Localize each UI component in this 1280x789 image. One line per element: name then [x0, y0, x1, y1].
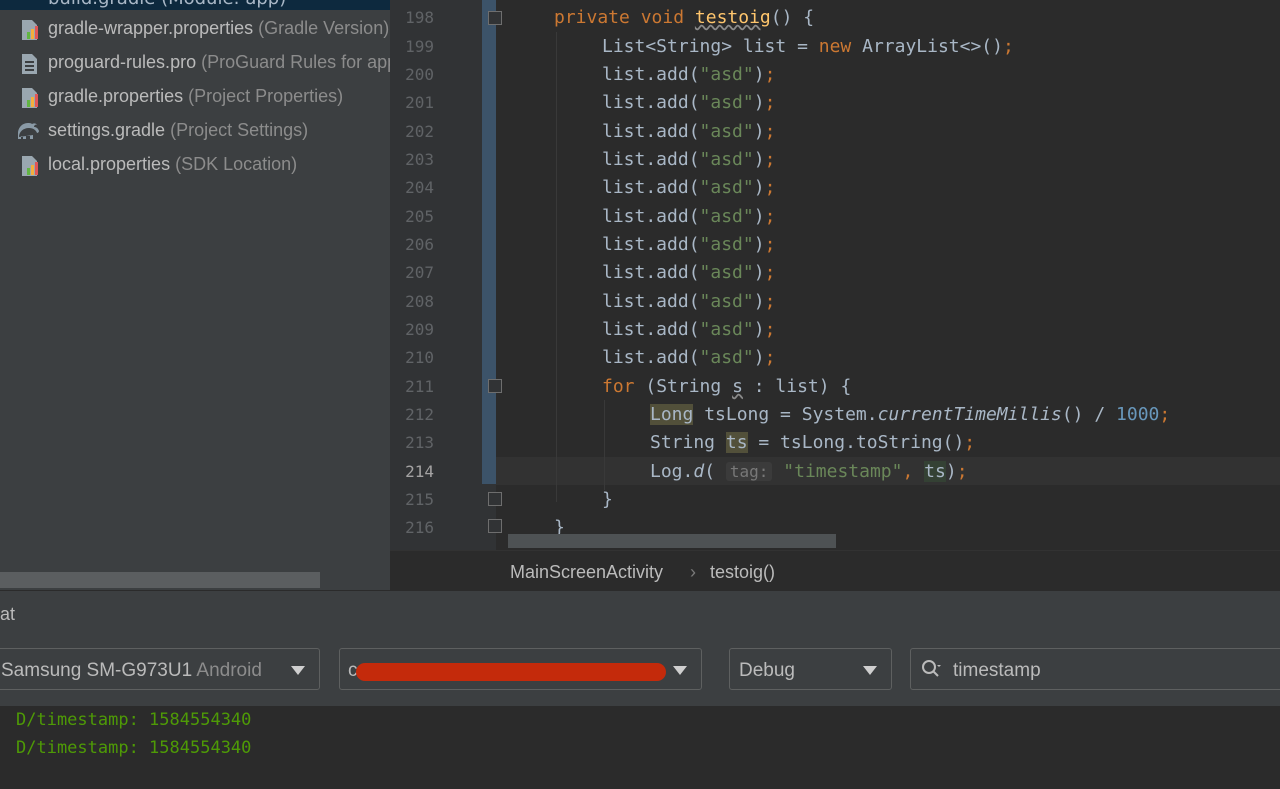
log-line: D/timestamp: 1584554340	[16, 738, 252, 758]
properties-file-icon	[22, 20, 38, 40]
gradle-elephant-icon	[18, 123, 39, 139]
tree-item-detail: (ProGuard Rules for app)	[201, 51, 390, 72]
tree-item-detail: (SDK Location)	[175, 153, 298, 174]
tree-item-local-properties[interactable]: local.properties (SDK Location)	[0, 147, 390, 181]
breadcrumb-method[interactable]: testoig()	[710, 562, 775, 583]
code-line-198[interactable]: private void testoig() {	[554, 4, 814, 32]
indent-guide	[604, 400, 605, 490]
line-number: 215	[405, 490, 434, 509]
line-number: 199	[405, 37, 434, 56]
logcat-toolbar: Samsung SM-G973U1 Android c Debug timest…	[0, 634, 1280, 706]
code-line-206[interactable]: list.add("asd");	[602, 231, 775, 259]
log-level-value: Debug	[739, 660, 795, 681]
code-line-209[interactable]: list.add("asd");	[602, 316, 775, 344]
line-number: 216	[405, 518, 434, 537]
tree-item-selected[interactable]: build.gradle (Module: app)	[0, 0, 390, 10]
redacted-process-name	[356, 663, 666, 681]
line-number: 204	[405, 178, 434, 197]
logcat-title: at	[0, 604, 16, 624]
code-line-203[interactable]: list.add("asd");	[602, 146, 775, 174]
search-icon[interactable]	[921, 659, 941, 679]
code-line-202[interactable]: list.add("asd");	[602, 118, 775, 146]
tree-item-name: proguard-rules.pro	[48, 51, 197, 72]
line-number: 198	[405, 8, 434, 27]
indent-guide	[556, 32, 557, 502]
line-number: 208	[405, 292, 434, 311]
tree-item-name: gradle-wrapper.properties	[48, 17, 254, 38]
logcat-tool-window-header: at	[0, 590, 1280, 636]
vcs-change-marker[interactable]	[482, 0, 496, 484]
tree-item-detail: (Gradle Version)	[258, 17, 390, 38]
line-number: 209	[405, 320, 434, 339]
logcat-search-input[interactable]: timestamp	[910, 648, 1280, 690]
tree-item-name: gradle.properties	[48, 85, 184, 106]
process-select[interactable]: c	[339, 648, 702, 690]
tree-item-selected-label: build.gradle (Module: app)	[48, 0, 286, 9]
breadcrumb-separator: ›	[690, 562, 696, 582]
device-select[interactable]: Samsung SM-G973U1 Android	[0, 648, 320, 690]
tree-item-gradle-properties[interactable]: gradle.properties (Project Properties)	[0, 79, 390, 113]
code-line-207[interactable]: list.add("asd");	[602, 259, 775, 287]
fold-marker-icon[interactable]	[488, 11, 502, 25]
code-line-208[interactable]: list.add("asd");	[602, 288, 775, 316]
tree-item-name: settings.gradle	[48, 119, 166, 140]
code-line-200[interactable]: list.add("asd");	[602, 61, 775, 89]
code-line-215[interactable]: }	[602, 486, 613, 514]
search-value: timestamp	[953, 660, 1041, 681]
line-number-current: 214	[405, 462, 434, 481]
line-number: 200	[405, 65, 434, 84]
line-number: 202	[405, 122, 434, 141]
log-level-select[interactable]: Debug	[729, 648, 892, 690]
line-number: 212	[405, 405, 434, 424]
device-os: Android	[196, 660, 262, 681]
line-number: 203	[405, 150, 434, 169]
code-line-213[interactable]: String ts = tsLong.toString();	[650, 429, 975, 457]
chevron-down-icon	[673, 666, 687, 675]
line-number: 206	[405, 235, 434, 254]
log-line: D/timestamp: 1584554340	[16, 710, 252, 730]
code-line-214[interactable]: Log.d( tag: "timestamp", ts);	[650, 458, 968, 486]
parameter-hint: tag:	[725, 462, 773, 481]
code-line-210[interactable]: list.add("asd");	[602, 344, 775, 372]
code-line-201[interactable]: list.add("asd");	[602, 89, 775, 117]
chevron-down-icon	[291, 666, 305, 675]
code-line-199[interactable]: List<String> list = new ArrayList<>();	[602, 33, 1014, 61]
properties-file-icon	[22, 156, 38, 176]
tree-item-detail: (Project Settings)	[170, 119, 309, 140]
properties-file-icon	[22, 88, 38, 108]
line-number: 213	[405, 433, 434, 452]
project-horizontal-scrollbar[interactable]	[0, 572, 320, 588]
tree-item-proguard-rules[interactable]: proguard-rules.pro (ProGuard Rules for a…	[0, 45, 390, 79]
line-number: 205	[405, 207, 434, 226]
fold-marker-icon[interactable]	[488, 379, 502, 393]
tree-item-gradle-wrapper-properties[interactable]: gradle-wrapper.properties (Gradle Versio…	[0, 11, 390, 45]
fold-marker-icon[interactable]	[488, 519, 502, 533]
code-editor[interactable]: 198 199 200 201 202 203 204 205 206 207 …	[390, 0, 1280, 550]
code-line-204[interactable]: list.add("asd");	[602, 174, 775, 202]
line-number: 210	[405, 348, 434, 367]
editor-horizontal-scrollbar[interactable]	[508, 534, 836, 548]
tree-item-settings-gradle[interactable]: settings.gradle (Project Settings)	[0, 113, 390, 147]
tree-item-detail: (Project Properties)	[188, 85, 344, 106]
line-number: 211	[405, 377, 434, 396]
breadcrumb: MainScreenActivity › testoig()	[390, 550, 1280, 591]
logcat-output[interactable]: D/timestamp: 1584554340 D/timestamp: 158…	[0, 706, 1280, 789]
tree-item-name: local.properties	[48, 153, 171, 174]
chevron-down-icon	[863, 666, 877, 675]
code-line-211[interactable]: for (String s : list) {	[602, 373, 851, 401]
line-number: 207	[405, 263, 434, 282]
code-line-205[interactable]: list.add("asd");	[602, 203, 775, 231]
line-number: 201	[405, 93, 434, 112]
project-panel: build.gradle (Module: app) gradle-wrappe…	[0, 0, 390, 590]
fold-marker-icon[interactable]	[488, 492, 502, 506]
breadcrumb-class[interactable]: MainScreenActivity	[510, 562, 663, 583]
code-line-212[interactable]: Long tsLong = System.currentTimeMillis()…	[650, 401, 1170, 429]
device-name: Samsung SM-G973U1	[1, 660, 193, 681]
text-file-icon	[22, 54, 37, 74]
